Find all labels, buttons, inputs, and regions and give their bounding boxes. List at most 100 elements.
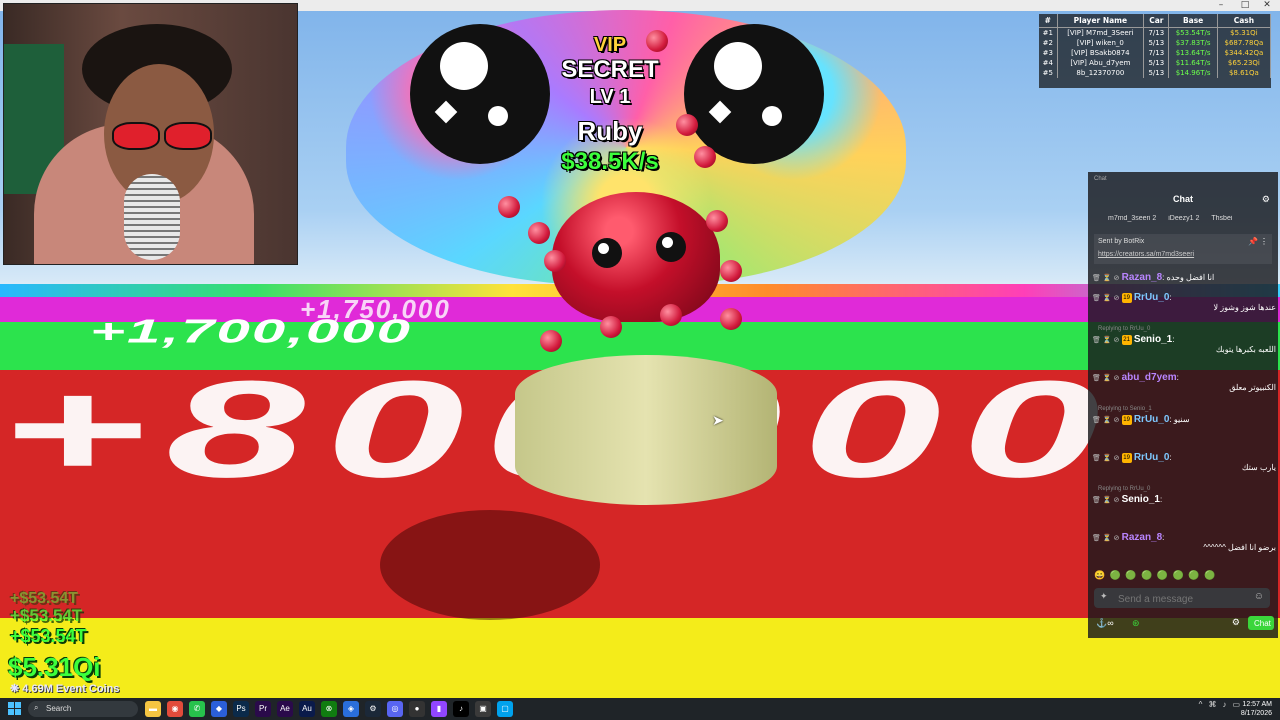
table-row: #5 8b_12370700 5/13 $14.96T/s $8.61Qa <box>1039 68 1272 78</box>
chat-username[interactable]: RrUu_0 <box>1134 414 1170 425</box>
pet-tier-label: VIP <box>593 34 627 56</box>
gift-icon[interactable]: ⊛ <box>1132 618 1140 629</box>
chat-title: Chat <box>1173 194 1193 204</box>
game-viewport[interactable]: – □ ✕ +1,750,000 +1,700,000 +800000 VIP … <box>0 0 1280 698</box>
close-icon[interactable]: ✕ <box>1256 0 1278 11</box>
table-row: #2 [VIP] wiken_0 5/13 $37.83T/s $687.78Q… <box>1039 38 1272 48</box>
lb-rank: #4 <box>1039 58 1058 68</box>
lb-base: $11.64T/s <box>1168 58 1218 68</box>
obs-icon[interactable]: ● <box>409 701 425 717</box>
lb-rank: #5 <box>1039 68 1058 78</box>
chat-text: اللعبه بكبرها يتوبك <box>1215 345 1276 354</box>
app-icon[interactable]: ▣ <box>475 701 491 717</box>
gem-icon <box>544 250 566 272</box>
photoshop-icon[interactable]: Ps <box>233 701 249 717</box>
pet-shadow <box>380 510 600 620</box>
minimize-icon[interactable]: – <box>1210 0 1232 11</box>
chat-username[interactable]: Senio_1 <box>1134 334 1172 345</box>
chat-message: 🗑 ⏳ ⊘ Senio_1: <box>1092 494 1163 505</box>
pet-pedestal[interactable] <box>515 355 777 505</box>
top-user[interactable]: Thsbei <box>1211 215 1232 222</box>
chat-top-users: m7md_3seeri 2 iDeezy1 2 Thsbei <box>1108 215 1278 222</box>
lb-cash: $65.23Qi <box>1217 58 1272 68</box>
tray-chevron-icon[interactable]: ^ <box>1199 700 1203 709</box>
app-icon[interactable]: ◈ <box>343 701 359 717</box>
chat-message: 🗑 ⏳ ⊘ Razan_8: برضو انا افضل ^^^^^^ <box>1092 532 1276 552</box>
more-icon[interactable]: ⋮ <box>1260 237 1268 246</box>
twitch-icon[interactable]: ▮ <box>431 701 447 717</box>
pin-icon[interactable]: 📌 <box>1248 237 1258 246</box>
mod-icons[interactable]: 🗑 ⏳ ⊘ <box>1092 275 1119 282</box>
lb-base: $37.83T/s <box>1168 38 1218 48</box>
chat-text: سنيو <box>1173 415 1190 424</box>
audition-icon[interactable]: Au <box>299 701 315 717</box>
volume-icon[interactable]: ♪ <box>1222 700 1226 709</box>
gem-icon <box>600 316 622 338</box>
lb-player: [VIP] wiken_0 <box>1057 38 1145 48</box>
windows-start-icon[interactable] <box>8 702 22 716</box>
sub-badge: 19 <box>1121 452 1132 463</box>
chrome-icon[interactable]: ◉ <box>167 701 183 717</box>
emote-bar-icon[interactable]: 😀 🟢 🟢 🟢 🟢 🟢 🟢 🟢 <box>1094 570 1216 581</box>
top-user[interactable]: iDeezy1 2 <box>1168 215 1199 222</box>
xbox-icon[interactable]: ⊗ <box>321 701 337 717</box>
mod-icons[interactable]: 🗑 ⏳ ⊘ <box>1092 455 1119 462</box>
chat-message: 🗑 ⏳ ⊘ abu_d7yem: الكنبيوتر معلق <box>1092 372 1276 392</box>
chat-username[interactable]: RrUu_0 <box>1134 452 1170 463</box>
lb-car: 5/13 <box>1143 68 1170 78</box>
reply-hint: Replying to RrUu_0 <box>1098 486 1151 492</box>
gem-icon <box>720 308 742 330</box>
whatsapp-icon[interactable]: ✆ <box>189 701 205 717</box>
taskbar-clock[interactable]: 12:57 AM 8/17/2026 <box>1241 700 1272 718</box>
pet-rate-label: $38.5K/s <box>561 148 659 175</box>
reply-hint: Replying to Senio_1 <box>1098 406 1152 412</box>
app-icon[interactable]: ◆ <box>211 701 227 717</box>
income-popup: +$53.54T <box>10 626 87 646</box>
chat-extras-icon[interactable]: ⚓∞ <box>1096 618 1114 629</box>
chat-username[interactable]: Razan_8 <box>1122 532 1163 543</box>
leaderboard: # Player Name Car Base Cash #1 [VIP] M7m… <box>1039 14 1272 88</box>
after-effects-icon[interactable]: Ae <box>277 701 293 717</box>
steam-icon[interactable]: ⚙ <box>365 701 381 717</box>
chat-users-icon[interactable]: ⚙ <box>1262 194 1270 205</box>
mod-icons[interactable]: 🗑 ⏳ ⊘ <box>1092 375 1119 382</box>
pinned-link[interactable]: https://creators.sa/m7md3seeri <box>1098 251 1194 258</box>
tiktok-icon[interactable]: ♪ <box>453 701 469 717</box>
battery-icon[interactable]: ▭ <box>1232 700 1240 709</box>
emoji-icon[interactable]: ☺ <box>1254 591 1264 602</box>
search-label: Search <box>46 704 72 713</box>
lb-cash: $5.31Qi <box>1217 27 1272 38</box>
mod-icons[interactable]: 🗑 ⏳ ⊘ <box>1092 497 1119 504</box>
chat-message-input[interactable]: ✦ ☺ <box>1094 588 1270 608</box>
chat-panel[interactable]: Chat Chat ⚙ m7md_3seeri 2 iDeezy1 2 Thsb… <box>1088 172 1278 638</box>
lb-header-rank: # <box>1039 14 1058 28</box>
discord-icon[interactable]: ◎ <box>387 701 403 717</box>
file-explorer-icon[interactable]: ▬ <box>145 701 161 717</box>
lb-player: 8b_12370700 <box>1057 68 1145 78</box>
network-icon[interactable]: ⌘ <box>1208 700 1216 709</box>
chat-username[interactable]: Razan_8 <box>1122 272 1163 283</box>
lb-car: 5/13 <box>1143 38 1170 48</box>
lb-cash: $687.78Qa <box>1217 38 1272 48</box>
table-row: #4 [VIP] Abu_d7yem 5/13 $11.64T/s $65.23… <box>1039 58 1272 68</box>
chat-username[interactable]: RrUu_0 <box>1134 292 1170 303</box>
sparkle-icon[interactable]: ✦ <box>1100 591 1108 602</box>
mod-icons[interactable]: 🗑 ⏳ ⊘ <box>1092 535 1119 542</box>
lb-car: 7/13 <box>1143 48 1170 58</box>
mod-icons[interactable]: 🗑 ⏳ ⊘ <box>1092 337 1119 344</box>
chat-username[interactable]: Senio_1 <box>1122 494 1160 505</box>
message-field[interactable] <box>1116 591 1250 607</box>
maximize-icon[interactable]: □ <box>1234 0 1256 11</box>
top-user[interactable]: m7md_3seeri 2 <box>1108 215 1156 222</box>
send-chat-button[interactable]: Chat <box>1248 616 1274 630</box>
taskbar-search[interactable]: ⌕ Search <box>28 701 138 717</box>
mod-icons[interactable]: 🗑 ⏳ ⊘ <box>1092 295 1119 302</box>
ruby-pet[interactable] <box>552 192 720 322</box>
roblox-icon[interactable]: ▢ <box>497 701 513 717</box>
lb-header-cash: Cash <box>1217 14 1272 28</box>
settings-gear-icon[interactable]: ⚙ <box>1232 617 1240 628</box>
taskbar: ⌕ Search ▬ ◉ ✆ ◆ Ps Pr Ae Au ⊗ ◈ ⚙ ◎ ● ▮… <box>0 698 1280 720</box>
chat-username[interactable]: abu_d7yem <box>1122 372 1177 383</box>
premiere-icon[interactable]: Pr <box>255 701 271 717</box>
mod-icons[interactable]: 🗑 ⏳ ⊘ <box>1092 417 1119 424</box>
